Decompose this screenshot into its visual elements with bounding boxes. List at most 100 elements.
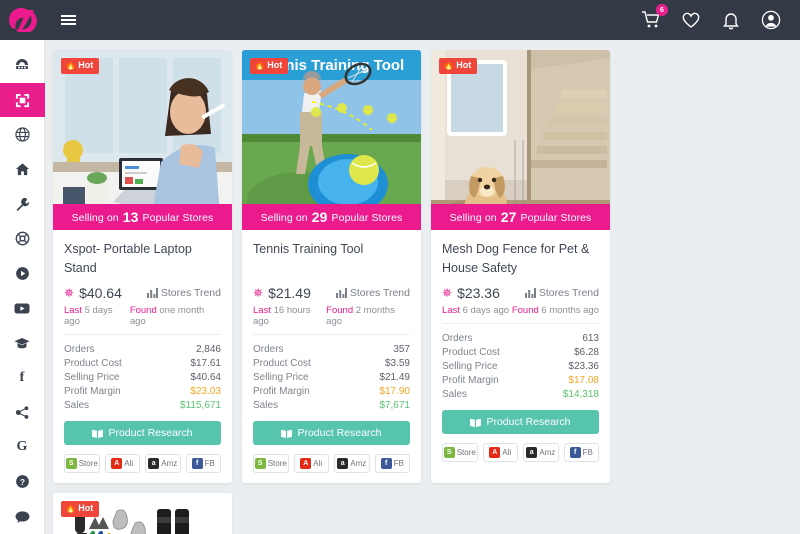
meta-row: Last 16 hours ago Found 2 months ago xyxy=(253,305,410,335)
aliexpress-icon: A xyxy=(300,458,312,469)
product-photo xyxy=(53,50,232,230)
meta-row: Last 6 days ago Found 6 months ago xyxy=(442,305,599,324)
heart-icon[interactable] xyxy=(680,9,702,31)
sidebar-item-academy[interactable] xyxy=(0,326,45,361)
found-value: 6 months ago xyxy=(541,305,599,316)
stores-trend-link[interactable]: Stores Trend xyxy=(335,287,410,299)
meta-row: Last 5 days ago Found one month ago xyxy=(64,305,221,335)
found-date: Found one month ago xyxy=(130,305,221,327)
product-stats: Orders 613 Product Cost $6.28 Selling Pric… xyxy=(442,331,599,401)
sidebar-item-support[interactable] xyxy=(0,222,45,257)
shopify-icon: S xyxy=(443,447,455,458)
selling-prefix: Selling on xyxy=(449,212,497,224)
stat-profit-margin: Profit Margin $17.08 xyxy=(442,374,599,386)
bar-chart-icon xyxy=(524,288,536,298)
aliexpress-icon: A xyxy=(111,458,123,469)
sidebar-item-products[interactable] xyxy=(0,82,45,118)
stat-orders: Orders 2,846 xyxy=(64,343,221,355)
product-photo: Tennis Training Tool xyxy=(242,50,421,230)
sidebar-item-facebook[interactable]: f xyxy=(0,360,45,395)
facebook-icon: f xyxy=(380,458,392,469)
shopping-cart-icon[interactable]: 6 xyxy=(640,4,668,31)
product-card[interactable]: 🔥 Hot Selling on 13 Popular Stores Xspot… xyxy=(53,50,232,483)
bell-icon[interactable] xyxy=(720,9,742,31)
product-card-body: Mesh Dog Fence for Pet & House Safety ✵ … xyxy=(431,230,610,472)
book-icon xyxy=(281,429,293,438)
sidebar-item-dashboard[interactable] xyxy=(0,48,45,83)
product-image-tennis-training-tool-banner[interactable]: Tennis Training Tool 🔥 Hot Selling on 29… xyxy=(242,50,421,230)
sidebar-item-google[interactable]: G xyxy=(0,430,45,465)
product-grid-row-1: 🔥 Hot Selling on 13 Popular Stores Xspot… xyxy=(53,50,792,534)
gear-icon: ✵ xyxy=(442,286,453,300)
store-link-aliexpress[interactable]: A Ali xyxy=(482,443,518,462)
amazon-icon: a xyxy=(337,458,349,469)
stores-trend-label: Stores Trend xyxy=(538,287,599,299)
product-image-dog-at-stair-gate[interactable]: 🔥 Hot Selling on 27 Popular Stores xyxy=(431,50,610,230)
last-value: 6 days ago xyxy=(462,305,510,316)
product-card[interactable]: 🔥 Hot Selling on 28 Popular Stores Fitba… xyxy=(53,493,232,534)
stores-trend-label: Stores Trend xyxy=(160,287,221,299)
price-row: ✵ $40.64 Stores Trend xyxy=(64,285,221,301)
stat-product-cost: Product Cost $17.61 xyxy=(64,357,221,369)
product-research-button[interactable]: Product Research xyxy=(64,421,221,445)
gear-icon: ✵ xyxy=(64,286,75,300)
chat-bubble-icon xyxy=(15,511,29,523)
last-seen: Last 6 days ago xyxy=(442,305,509,316)
sidebar-item-help[interactable]: ? xyxy=(0,465,45,500)
product-research-button[interactable]: Product Research xyxy=(253,421,410,445)
store-link-amazon[interactable]: a Amz xyxy=(334,454,370,473)
selling-on-banner: Selling on 27 Popular Stores xyxy=(431,204,610,230)
product-title[interactable]: Mesh Dog Fence for Pet & House Safety xyxy=(442,240,599,279)
store-link-facebook[interactable]: f FB xyxy=(185,454,221,473)
hot-label: Hot xyxy=(456,60,472,70)
product-card[interactable]: Tennis Training Tool 🔥 Hot Selling on 29… xyxy=(242,50,421,483)
selling-store-count: 27 xyxy=(500,209,517,225)
store-link-facebook[interactable]: f FB xyxy=(563,443,599,462)
product-price: ✵ $40.64 xyxy=(64,285,122,301)
product-image-resistance-bands-set[interactable]: 🔥 Hot Selling on 28 Popular Stores xyxy=(53,493,232,534)
sidebar-item-tools[interactable] xyxy=(0,187,45,222)
store-link-shopify[interactable]: S Store xyxy=(64,454,100,473)
stat-orders: Orders 613 xyxy=(442,332,599,344)
user-circle-icon[interactable] xyxy=(760,9,782,31)
selling-prefix: Selling on xyxy=(260,212,308,224)
hot-badge: 🔥 Hot xyxy=(250,58,289,74)
selling-suffix: Popular Stores xyxy=(142,212,214,224)
sidebar-item-videos[interactable] xyxy=(0,256,45,291)
graduation-cap-icon xyxy=(14,338,30,349)
stores-trend-link[interactable]: Stores Trend xyxy=(524,287,599,299)
sidebar-item-global[interactable] xyxy=(0,117,45,152)
stores-trend-label: Stores Trend xyxy=(349,287,410,299)
product-research-button[interactable]: Product Research xyxy=(442,410,599,434)
product-stats: Orders 2,846 Product Cost $17.61 Selling P… xyxy=(64,342,221,412)
selling-on-banner: Selling on 13 Popular Stores xyxy=(53,204,232,230)
store-link-amazon[interactable]: a Amz xyxy=(523,443,559,462)
sidebar-item-share[interactable] xyxy=(0,395,45,430)
store-link-facebook[interactable]: f FB xyxy=(374,454,410,473)
sidebar-item-youtube[interactable] xyxy=(0,291,45,326)
selling-prefix: Selling on xyxy=(71,212,119,224)
store-link-aliexpress[interactable]: A Ali xyxy=(104,454,140,473)
found-label: Found xyxy=(129,305,157,316)
share-nodes-icon xyxy=(15,406,28,419)
sidebar-item-home[interactable] xyxy=(0,152,45,187)
store-link-shopify[interactable]: S Store xyxy=(253,454,289,473)
brand-logo[interactable] xyxy=(0,0,45,40)
expand-box-icon xyxy=(15,93,29,107)
last-label: Last xyxy=(253,305,271,316)
store-link-aliexpress[interactable]: A Ali xyxy=(293,454,329,473)
store-link-amazon[interactable]: a Amz xyxy=(145,454,181,473)
hot-badge: 🔥 Hot xyxy=(61,501,100,517)
sidebar-item-chat[interactable] xyxy=(0,499,45,534)
hot-label: Hot xyxy=(78,60,94,70)
price-row: ✵ $21.49 Stores Trend xyxy=(253,285,410,301)
product-title[interactable]: Tennis Training Tool xyxy=(253,240,410,279)
store-link-shopify[interactable]: S Store xyxy=(442,443,478,462)
product-title[interactable]: Xspot- Portable Laptop Stand xyxy=(64,240,221,279)
product-card-body: Xspot- Portable Laptop Stand ✵ $40.64 St… xyxy=(53,230,232,483)
product-price: ✵ $21.49 xyxy=(253,285,311,301)
stores-trend-link[interactable]: Stores Trend xyxy=(146,287,221,299)
product-card[interactable]: 🔥 Hot Selling on 27 Popular Stores Mesh … xyxy=(431,50,610,483)
product-image-woman-at-desk-with-laptop-stand[interactable]: 🔥 Hot Selling on 13 Popular Stores xyxy=(53,50,232,230)
hamburger-icon[interactable] xyxy=(61,15,76,25)
